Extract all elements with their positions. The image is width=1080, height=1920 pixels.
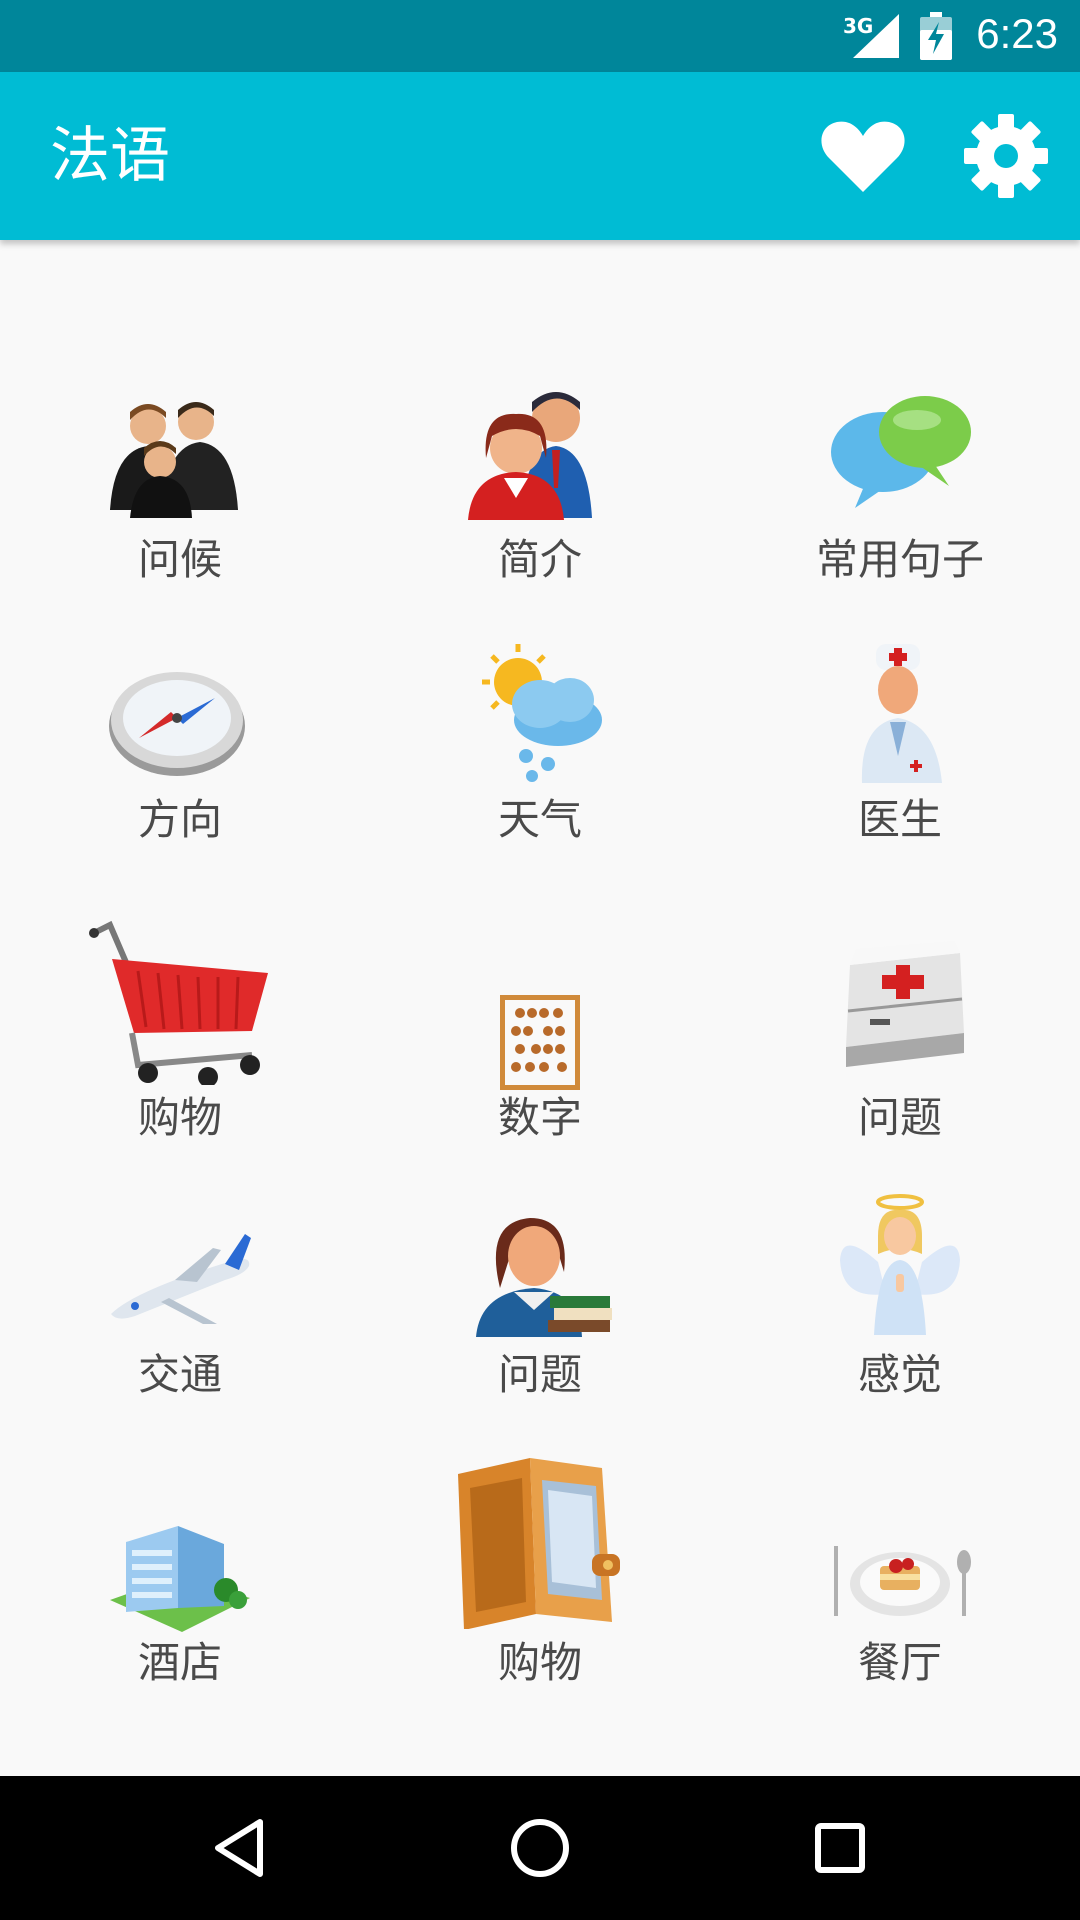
category-label: 常用句子	[815, 535, 984, 584]
battery-charging-icon	[920, 12, 952, 60]
category-shopping-wallet[interactable]: 购物	[360, 1458, 720, 1687]
heart-icon	[821, 121, 905, 192]
home-icon	[511, 1819, 569, 1877]
weather-icon	[482, 644, 602, 782]
introduction-people-icon	[468, 392, 592, 520]
category-directions[interactable]: 方向	[0, 650, 360, 850]
category-introduction[interactable]: 简介	[360, 390, 720, 590]
compass-icon	[109, 672, 245, 776]
signal-icon	[853, 14, 899, 58]
category-problems-first-aid[interactable]: 问题	[720, 915, 1080, 1142]
speech-bubbles-icon	[831, 396, 971, 508]
category-weather[interactable]: 天气	[360, 644, 720, 850]
page-title: 法语	[50, 121, 170, 191]
back-button[interactable]	[204, 1812, 276, 1884]
category-label: 餐厅	[857, 1638, 942, 1687]
category-doctor[interactable]: 医生	[720, 644, 1080, 850]
category-label: 数字	[497, 1093, 582, 1142]
category-label: 交通	[137, 1350, 222, 1399]
first-aid-kit-icon	[846, 941, 964, 1067]
category-restaurant[interactable]: 餐厅	[720, 1460, 1080, 1687]
category-greeting[interactable]: 问候	[0, 390, 360, 590]
recents-icon	[815, 1823, 865, 1873]
category-label: 问候	[137, 535, 222, 584]
restaurant-plate-icon	[834, 1546, 971, 1616]
navigation-bar	[0, 1776, 1080, 1920]
category-grid: 问候 简介 常用句子 方向 天气 医生 购物 数字 问题 交通 问题 感觉 酒店…	[0, 240, 1080, 1776]
gear-icon	[964, 114, 1048, 198]
category-problems-teacher[interactable]: 问题	[360, 1200, 720, 1410]
shopping-cart-icon	[89, 920, 268, 1085]
category-hotel[interactable]: 酒店	[0, 1460, 360, 1687]
angel-icon	[840, 1194, 960, 1335]
category-label: 问题	[857, 1093, 942, 1142]
recents-button[interactable]	[804, 1812, 876, 1884]
category-label: 购物	[137, 1093, 222, 1142]
status-bar: 3G 6:23	[0, 0, 1080, 72]
greeting-people-icon	[110, 402, 238, 518]
wallet-icon	[458, 1458, 620, 1629]
category-label: 感觉	[857, 1350, 942, 1399]
category-numbers[interactable]: 数字	[360, 915, 720, 1142]
category-label: 医生	[857, 795, 942, 844]
app-bar: 法语	[0, 72, 1080, 240]
home-button[interactable]	[504, 1812, 576, 1884]
category-label: 酒店	[137, 1638, 222, 1687]
category-shopping-cart[interactable]: 购物	[0, 915, 360, 1142]
category-common-phrases[interactable]: 常用句子	[720, 390, 1080, 590]
teacher-books-icon	[476, 1218, 612, 1337]
favorites-button[interactable]	[815, 108, 911, 204]
category-label: 天气	[497, 795, 582, 844]
category-transport[interactable]: 交通	[0, 1200, 360, 1410]
back-icon	[215, 1819, 263, 1877]
status-time: 6:23	[976, 10, 1058, 57]
category-feelings[interactable]: 感觉	[720, 1194, 1080, 1410]
settings-button[interactable]	[958, 108, 1054, 204]
category-label: 问题	[497, 1350, 582, 1399]
category-label: 方向	[137, 795, 222, 844]
abacus-icon	[500, 995, 580, 1090]
hotel-building-icon	[110, 1526, 250, 1632]
category-label: 购物	[497, 1638, 582, 1687]
doctor-icon	[861, 644, 942, 783]
airplane-icon	[111, 1234, 251, 1324]
category-label: 简介	[497, 535, 582, 584]
